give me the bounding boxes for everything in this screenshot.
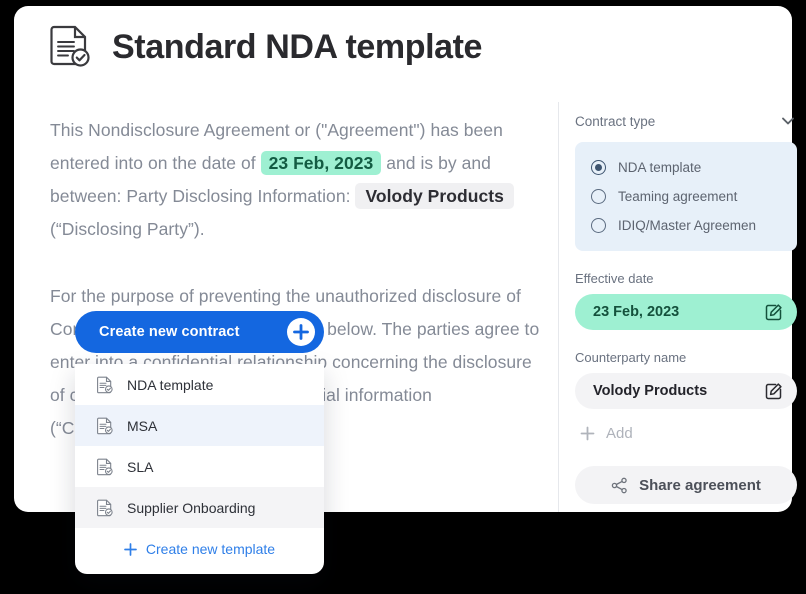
edit-square-icon[interactable] bbox=[764, 303, 783, 322]
share-icon bbox=[611, 477, 628, 494]
document-check-icon bbox=[97, 417, 113, 435]
contract-type-radio-group: NDA template Teaming agreement IDIQ/Mast… bbox=[575, 142, 797, 251]
radio-indicator[interactable] bbox=[591, 218, 606, 233]
radio-indicator-selected[interactable] bbox=[591, 160, 606, 175]
page-header: Standard NDA template bbox=[50, 24, 482, 70]
plus-icon bbox=[287, 318, 315, 346]
paragraph1-segment-3: (“Disclosing Party”). bbox=[50, 219, 205, 239]
dropdown-item-supplier-onboarding[interactable]: Supplier Onboarding bbox=[75, 487, 324, 528]
create-new-contract-label: Create new contract bbox=[99, 324, 240, 340]
sidebar-divider bbox=[558, 102, 559, 512]
radio-label: NDA template bbox=[618, 160, 702, 175]
radio-option-idiq-master-agreement[interactable]: IDIQ/Master Agreemen bbox=[575, 211, 797, 240]
radio-option-teaming-agreement[interactable]: Teaming agreement bbox=[575, 182, 797, 211]
radio-label: Teaming agreement bbox=[618, 189, 738, 204]
screenshot-root: Standard NDA template This Nondisclosure… bbox=[0, 0, 806, 594]
plus-icon bbox=[580, 426, 595, 441]
dropdown-item-label: SLA bbox=[127, 458, 154, 475]
effective-date-field[interactable]: 23 Feb, 2023 bbox=[575, 294, 797, 330]
dropdown-item-msa[interactable]: MSA bbox=[75, 405, 324, 446]
share-agreement-button[interactable]: Share agreement bbox=[575, 466, 797, 504]
document-check-icon bbox=[50, 24, 92, 70]
add-field-button[interactable]: Add bbox=[575, 425, 797, 442]
inline-disclosing-party-pill[interactable]: Volody Products bbox=[355, 183, 514, 209]
counterparty-name-field[interactable]: Volody Products bbox=[575, 373, 797, 409]
page-title: Standard NDA template bbox=[112, 27, 483, 66]
dropdown-item-label: MSA bbox=[127, 417, 158, 434]
dropdown-item-label: Supplier Onboarding bbox=[127, 499, 256, 516]
contract-type-header[interactable]: Contract type bbox=[575, 110, 797, 132]
counterparty-name-value: Volody Products bbox=[593, 383, 708, 399]
plus-icon bbox=[124, 542, 137, 556]
chevron-down-icon[interactable] bbox=[779, 112, 797, 130]
template-dropdown-menu: NDA template MSA SLA Supplier Onboarding… bbox=[75, 364, 324, 574]
document-check-icon bbox=[97, 376, 113, 394]
document-check-icon bbox=[97, 499, 113, 517]
dropdown-item-label: NDA template bbox=[127, 376, 214, 393]
radio-option-nda-template[interactable]: NDA template bbox=[575, 153, 797, 182]
create-new-template-button[interactable]: Create new template bbox=[75, 528, 324, 570]
edit-square-icon[interactable] bbox=[764, 382, 783, 401]
details-sidebar: Contract type NDA template Teaming agree… bbox=[575, 110, 797, 504]
create-new-contract-button[interactable]: Create new contract bbox=[75, 311, 324, 353]
dropdown-item-nda-template[interactable]: NDA template bbox=[75, 364, 324, 405]
radio-indicator[interactable] bbox=[591, 189, 606, 204]
dropdown-item-sla[interactable]: SLA bbox=[75, 446, 324, 487]
share-agreement-label: Share agreement bbox=[639, 476, 761, 494]
counterparty-name-label: Counterparty name bbox=[575, 350, 687, 365]
inline-effective-date-pill[interactable]: 23 Feb, 2023 bbox=[260, 151, 382, 175]
document-check-icon bbox=[97, 458, 113, 476]
create-new-template-label: Create new template bbox=[145, 541, 276, 557]
effective-date-value: 23 Feb, 2023 bbox=[593, 304, 680, 320]
effective-date-label: Effective date bbox=[575, 271, 654, 286]
contract-type-label: Contract type bbox=[575, 113, 656, 129]
radio-label: IDIQ/Master Agreemen bbox=[618, 218, 757, 233]
add-field-label: Add bbox=[606, 425, 633, 442]
contract-paragraph-1: This Nondisclosure Agreement or ("Agreem… bbox=[50, 114, 540, 246]
